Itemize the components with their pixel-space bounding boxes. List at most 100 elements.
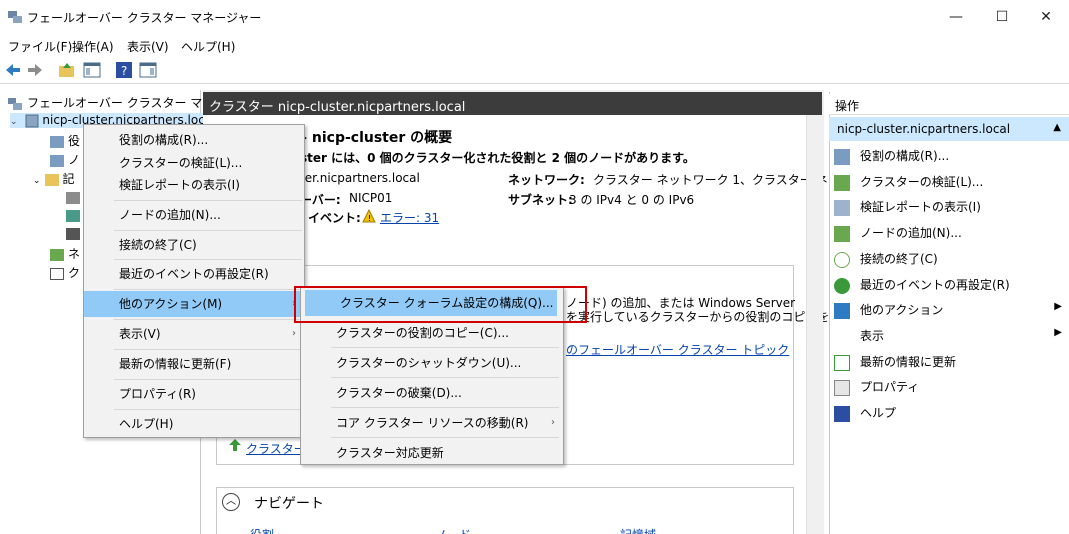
menu-reset-events[interactable]: 最近のイベントの再設定(R): [84, 261, 304, 287]
disk-icon: [66, 191, 80, 204]
action-view[interactable]: 表示 ▶: [834, 327, 1062, 345]
submenu-cluster-aware-update[interactable]: クラスター対応更新: [301, 440, 563, 466]
blank-icon: [834, 329, 850, 345]
menu-bar: ファイル(F) 操作(A) 表示(V) ヘルプ(H): [0, 34, 1069, 56]
properties-icon: [834, 379, 850, 396]
submenu-destroy[interactable]: クラスターの破棄(D)...: [301, 380, 563, 406]
menu-separator: [114, 379, 302, 380]
tree-disks[interactable]: [66, 190, 80, 204]
collapse-icon[interactable]: ︿: [222, 493, 240, 511]
title-bar: フェールオーバー クラスター マネージャー — ☐ ✕: [0, 0, 1069, 34]
enclosure-icon: [66, 227, 80, 240]
cluster-icon: [25, 114, 39, 127]
update-arrow-icon: [228, 438, 242, 455]
tree-enclosures[interactable]: [66, 226, 80, 240]
menu-more-actions[interactable]: 他のアクション(M) ›: [84, 291, 304, 317]
report-icon: [834, 199, 850, 216]
svg-text:?: ?: [121, 64, 127, 78]
chevron-down-icon[interactable]: ⌄: [10, 117, 18, 127]
submenu-shutdown[interactable]: クラスターのシャットダウン(U)...: [301, 350, 563, 376]
server-label: ーバー:: [300, 193, 341, 207]
menu-separator: [114, 289, 302, 290]
menu-separator: [114, 230, 302, 231]
help-icon: [834, 405, 850, 422]
action-close-connection[interactable]: 接続の終了(C): [834, 250, 938, 268]
action-refresh[interactable]: 最新の情報に更新: [834, 353, 956, 371]
action-help[interactable]: ヘルプ: [834, 404, 896, 422]
action-validate-cluster[interactable]: クラスターの検証(L)...: [834, 173, 983, 191]
center-scrollbar[interactable]: [806, 115, 823, 534]
menu-action[interactable]: 操作(A): [72, 38, 114, 55]
show-hide-action-icon[interactable]: [139, 61, 157, 79]
nav-roles-link[interactable]: 役割: [250, 526, 274, 534]
submenu-arrow-icon: ▶: [1054, 327, 1062, 338]
roles-icon: [834, 148, 850, 165]
menu-view[interactable]: 表示(V) ›: [84, 321, 304, 347]
tree-roles[interactable]: 役: [50, 132, 80, 149]
maximize-button[interactable]: ☐: [979, 0, 1025, 34]
roles-icon: [50, 135, 64, 148]
menu-separator: [114, 409, 302, 410]
navigate-title: ナビゲート: [254, 496, 324, 512]
refresh-events-icon: [834, 277, 850, 294]
summary-title: – nicp-cluster の概要: [300, 130, 453, 146]
svg-text:!: !: [368, 214, 371, 223]
folder-up-icon[interactable]: [58, 61, 76, 79]
configure-text-line2: を実行しているクラスターからの役割のコピーを: [566, 310, 830, 324]
subnet-value: 3 の IPv4 と 0 の IPv6: [569, 193, 695, 207]
tree-nodes[interactable]: ノ: [50, 151, 80, 168]
tree-networks[interactable]: ネ: [50, 245, 80, 262]
menu-close-connection[interactable]: 接続の終了(C): [84, 232, 304, 258]
menu-help[interactable]: ヘルプ(H): [181, 38, 235, 55]
navigate-box: ︿ ナビゲート 役割 ノード 記憶域: [216, 487, 794, 534]
close-connection-icon: [834, 251, 850, 268]
submenu-move-core-resources[interactable]: コア クラスター リソースの移動(R) ›: [301, 410, 563, 436]
menu-validation-report[interactable]: 検証レポートの表示(I): [84, 172, 304, 198]
minimize-button[interactable]: —: [933, 0, 979, 34]
tree-events[interactable]: ク: [50, 264, 80, 281]
action-configure-role[interactable]: 役割の構成(R)...: [834, 147, 949, 165]
menu-separator: [331, 377, 559, 378]
tree-pools[interactable]: [66, 208, 80, 222]
event-label: イベント:: [308, 211, 361, 225]
menu-properties[interactable]: プロパティ(R): [84, 381, 304, 407]
close-button[interactable]: ✕: [1023, 0, 1069, 34]
menu-add-node[interactable]: ノードの追加(N)...: [84, 202, 304, 228]
back-icon[interactable]: [4, 61, 22, 79]
help-icon[interactable]: ?: [115, 61, 133, 79]
collapse-up-icon[interactable]: ▲: [1053, 122, 1061, 133]
actions-subheader[interactable]: nicp-cluster.nicpartners.local ▲: [829, 117, 1069, 141]
forward-icon[interactable]: [26, 61, 44, 79]
menu-separator: [114, 200, 302, 201]
menu-view[interactable]: 表示(V): [127, 38, 169, 55]
event-log-icon: [50, 267, 64, 280]
server-value: NICP01: [349, 191, 393, 205]
action-reset-events[interactable]: 最近のイベントの再設定(R): [834, 276, 1010, 294]
network-icon: [50, 248, 64, 261]
network-label: ネットワーク:: [508, 173, 585, 187]
nav-nodes-link[interactable]: ノード: [435, 526, 471, 534]
add-node-icon: [834, 225, 850, 242]
topic-link[interactable]: のフェールオーバー クラスター トピック: [566, 341, 789, 358]
action-validation-report[interactable]: 検証レポートの表示(I): [834, 198, 981, 216]
action-more-actions[interactable]: 他のアクション ▶: [834, 301, 1062, 319]
storage-folder-icon: [44, 173, 59, 186]
submenu-copy-roles[interactable]: クラスターの役割のコピー(C)...: [301, 320, 563, 346]
menu-help[interactable]: ヘルプ(H): [84, 411, 304, 437]
validate-icon: [834, 174, 850, 191]
action-properties[interactable]: プロパティ: [834, 378, 919, 396]
menu-file[interactable]: ファイル(F): [8, 38, 72, 55]
show-hide-tree-icon[interactable]: [83, 61, 101, 79]
tree-storage[interactable]: ⌄ 記: [33, 170, 75, 187]
refresh-icon: [834, 354, 850, 371]
event-error-link[interactable]: エラー: 31: [380, 209, 439, 226]
summary-desc: ster には、0 個のクラスター化された役割と 2 個のノードがあります。: [300, 151, 695, 165]
action-add-node[interactable]: ノードの追加(N)...: [834, 224, 962, 242]
window-title: フェールオーバー クラスター マネージャー: [27, 11, 262, 25]
menu-separator: [331, 407, 559, 408]
nav-storage-link[interactable]: 記憶域: [620, 526, 656, 534]
menu-refresh[interactable]: 最新の情報に更新(F): [84, 351, 304, 377]
subnet-label: サブネット:: [508, 193, 573, 207]
menu-separator: [331, 437, 559, 438]
center-header: クラスター nicp-cluster.nicpartners.local: [203, 92, 822, 115]
